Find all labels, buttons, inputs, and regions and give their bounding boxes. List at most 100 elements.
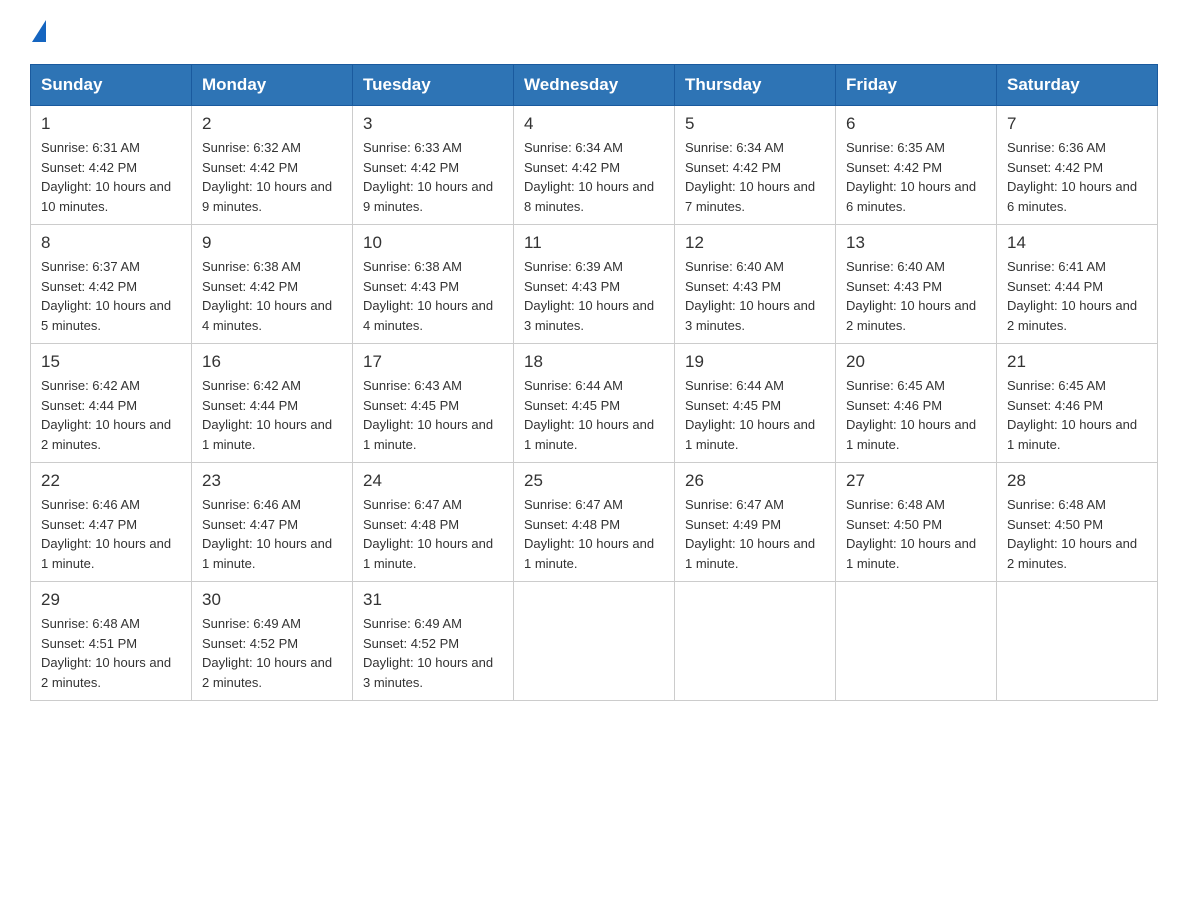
column-header-saturday: Saturday (997, 65, 1158, 106)
day-number: 15 (41, 352, 181, 372)
logo-triangle-icon (32, 20, 46, 42)
week-row-3: 15 Sunrise: 6:42 AMSunset: 4:44 PMDayligh… (31, 344, 1158, 463)
day-number: 12 (685, 233, 825, 253)
day-info: Sunrise: 6:46 AMSunset: 4:47 PMDaylight:… (202, 495, 342, 573)
calendar-cell: 6Sunrise: 6:35 AMSunset: 4:42 PMDaylight… (836, 106, 997, 225)
day-number: 8 (41, 233, 181, 253)
column-header-tuesday: Tuesday (353, 65, 514, 106)
day-number: 31 (363, 590, 503, 610)
day-info: Sunrise: 6:46 AMSunset: 4:47 PMDaylight:… (41, 495, 181, 573)
day-number: 23 (202, 471, 342, 491)
calendar-cell: 19 Sunrise: 6:44 AMSunset: 4:45 PMDayligh… (675, 344, 836, 463)
logo (30, 20, 46, 44)
day-info: Sunrise: 6:38 AMSunset: 4:42 PMDaylight:… (202, 257, 342, 335)
day-info: Sunrise: 6:47 AMSunset: 4:49 PMDaylight:… (685, 495, 825, 573)
calendar-cell: 26 Sunrise: 6:47 AMSunset: 4:49 PMDayligh… (675, 463, 836, 582)
day-number: 14 (1007, 233, 1147, 253)
day-info: Sunrise: 6:44 AMSunset: 4:45 PMDaylight:… (685, 376, 825, 454)
day-info: Sunrise: 6:32 AMSunset: 4:42 PMDaylight:… (202, 138, 342, 216)
calendar-cell: 29 Sunrise: 6:48 AMSunset: 4:51 PMDayligh… (31, 582, 192, 701)
calendar-cell (675, 582, 836, 701)
column-header-wednesday: Wednesday (514, 65, 675, 106)
calendar-cell: 4 Sunrise: 6:34 AMSunset: 4:42 PMDaylight… (514, 106, 675, 225)
calendar-cell: 20 Sunrise: 6:45 AMSunset: 4:46 PMDayligh… (836, 344, 997, 463)
day-number: 20 (846, 352, 986, 372)
day-info: Sunrise: 6:49 AMSunset: 4:52 PMDaylight:… (202, 614, 342, 692)
calendar-cell: 3Sunrise: 6:33 AMSunset: 4:42 PMDaylight… (353, 106, 514, 225)
day-info: Sunrise: 6:42 AMSunset: 4:44 PMDaylight:… (202, 376, 342, 454)
calendar-cell: 27 Sunrise: 6:48 AMSunset: 4:50 PMDayligh… (836, 463, 997, 582)
day-number: 3 (363, 114, 503, 134)
calendar-cell: 24Sunrise: 6:47 AMSunset: 4:48 PMDayligh… (353, 463, 514, 582)
calendar-cell: 18 Sunrise: 6:44 AMSunset: 4:45 PMDayligh… (514, 344, 675, 463)
calendar-cell: 11Sunrise: 6:39 AMSunset: 4:43 PMDayligh… (514, 225, 675, 344)
calendar-cell: 9 Sunrise: 6:38 AMSunset: 4:42 PMDaylight… (192, 225, 353, 344)
week-row-2: 8 Sunrise: 6:37 AMSunset: 4:42 PMDaylight… (31, 225, 1158, 344)
calendar-cell: 2 Sunrise: 6:32 AMSunset: 4:42 PMDaylight… (192, 106, 353, 225)
day-number: 2 (202, 114, 342, 134)
day-info: Sunrise: 6:44 AMSunset: 4:45 PMDaylight:… (524, 376, 664, 454)
day-number: 30 (202, 590, 342, 610)
day-info: Sunrise: 6:34 AMSunset: 4:42 PMDaylight:… (685, 138, 825, 216)
calendar-cell: 16 Sunrise: 6:42 AMSunset: 4:44 PMDayligh… (192, 344, 353, 463)
day-info: Sunrise: 6:36 AMSunset: 4:42 PMDaylight:… (1007, 138, 1147, 216)
day-number: 25 (524, 471, 664, 491)
day-info: Sunrise: 6:35 AMSunset: 4:42 PMDaylight:… (846, 138, 986, 216)
day-info: Sunrise: 6:42 AMSunset: 4:44 PMDaylight:… (41, 376, 181, 454)
calendar-cell: 22 Sunrise: 6:46 AMSunset: 4:47 PMDayligh… (31, 463, 192, 582)
day-info: Sunrise: 6:48 AMSunset: 4:50 PMDaylight:… (846, 495, 986, 573)
calendar-cell (514, 582, 675, 701)
day-info: Sunrise: 6:47 AMSunset: 4:48 PMDaylight:… (524, 495, 664, 573)
day-number: 22 (41, 471, 181, 491)
day-info: Sunrise: 6:49 AMSunset: 4:52 PMDaylight:… (363, 614, 503, 692)
day-info: Sunrise: 6:48 AMSunset: 4:51 PMDaylight:… (41, 614, 181, 692)
week-row-5: 29 Sunrise: 6:48 AMSunset: 4:51 PMDayligh… (31, 582, 1158, 701)
day-number: 26 (685, 471, 825, 491)
day-info: Sunrise: 6:34 AMSunset: 4:42 PMDaylight:… (524, 138, 664, 216)
day-info: Sunrise: 6:45 AMSunset: 4:46 PMDaylight:… (1007, 376, 1147, 454)
day-number: 10 (363, 233, 503, 253)
calendar-cell: 28 Sunrise: 6:48 AMSunset: 4:50 PMDayligh… (997, 463, 1158, 582)
day-number: 13 (846, 233, 986, 253)
calendar-cell: 8 Sunrise: 6:37 AMSunset: 4:42 PMDaylight… (31, 225, 192, 344)
day-number: 19 (685, 352, 825, 372)
week-row-1: 1 Sunrise: 6:31 AMSunset: 4:42 PMDaylight… (31, 106, 1158, 225)
day-number: 29 (41, 590, 181, 610)
column-header-monday: Monday (192, 65, 353, 106)
day-info: Sunrise: 6:48 AMSunset: 4:50 PMDaylight:… (1007, 495, 1147, 573)
column-header-thursday: Thursday (675, 65, 836, 106)
calendar-table: SundayMondayTuesdayWednesdayThursdayFrid… (30, 64, 1158, 701)
calendar-cell: 14 Sunrise: 6:41 AMSunset: 4:44 PMDayligh… (997, 225, 1158, 344)
day-number: 1 (41, 114, 181, 134)
day-number: 7 (1007, 114, 1147, 134)
day-number: 4 (524, 114, 664, 134)
calendar-cell: 5 Sunrise: 6:34 AMSunset: 4:42 PMDaylight… (675, 106, 836, 225)
day-info: Sunrise: 6:41 AMSunset: 4:44 PMDaylight:… (1007, 257, 1147, 335)
day-number: 16 (202, 352, 342, 372)
day-number: 5 (685, 114, 825, 134)
day-number: 21 (1007, 352, 1147, 372)
day-info: Sunrise: 6:37 AMSunset: 4:42 PMDaylight:… (41, 257, 181, 335)
calendar-cell: 30 Sunrise: 6:49 AMSunset: 4:52 PMDayligh… (192, 582, 353, 701)
calendar-cell: 13Sunrise: 6:40 AMSunset: 4:43 PMDayligh… (836, 225, 997, 344)
day-number: 28 (1007, 471, 1147, 491)
day-number: 9 (202, 233, 342, 253)
week-row-4: 22 Sunrise: 6:46 AMSunset: 4:47 PMDayligh… (31, 463, 1158, 582)
day-number: 27 (846, 471, 986, 491)
day-info: Sunrise: 6:40 AMSunset: 4:43 PMDaylight:… (685, 257, 825, 335)
calendar-cell: 17 Sunrise: 6:43 AMSunset: 4:45 PMDayligh… (353, 344, 514, 463)
calendar-cell: 15 Sunrise: 6:42 AMSunset: 4:44 PMDayligh… (31, 344, 192, 463)
column-header-friday: Friday (836, 65, 997, 106)
calendar-cell (997, 582, 1158, 701)
day-number: 11 (524, 233, 664, 253)
page-header (30, 20, 1158, 44)
calendar-cell: 21 Sunrise: 6:45 AMSunset: 4:46 PMDayligh… (997, 344, 1158, 463)
day-info: Sunrise: 6:43 AMSunset: 4:45 PMDaylight:… (363, 376, 503, 454)
day-info: Sunrise: 6:45 AMSunset: 4:46 PMDaylight:… (846, 376, 986, 454)
calendar-cell: 25 Sunrise: 6:47 AMSunset: 4:48 PMDayligh… (514, 463, 675, 582)
day-info: Sunrise: 6:31 AMSunset: 4:42 PMDaylight:… (41, 138, 181, 216)
day-number: 18 (524, 352, 664, 372)
calendar-cell: 1 Sunrise: 6:31 AMSunset: 4:42 PMDaylight… (31, 106, 192, 225)
day-number: 17 (363, 352, 503, 372)
calendar-cell: 7 Sunrise: 6:36 AMSunset: 4:42 PMDaylight… (997, 106, 1158, 225)
